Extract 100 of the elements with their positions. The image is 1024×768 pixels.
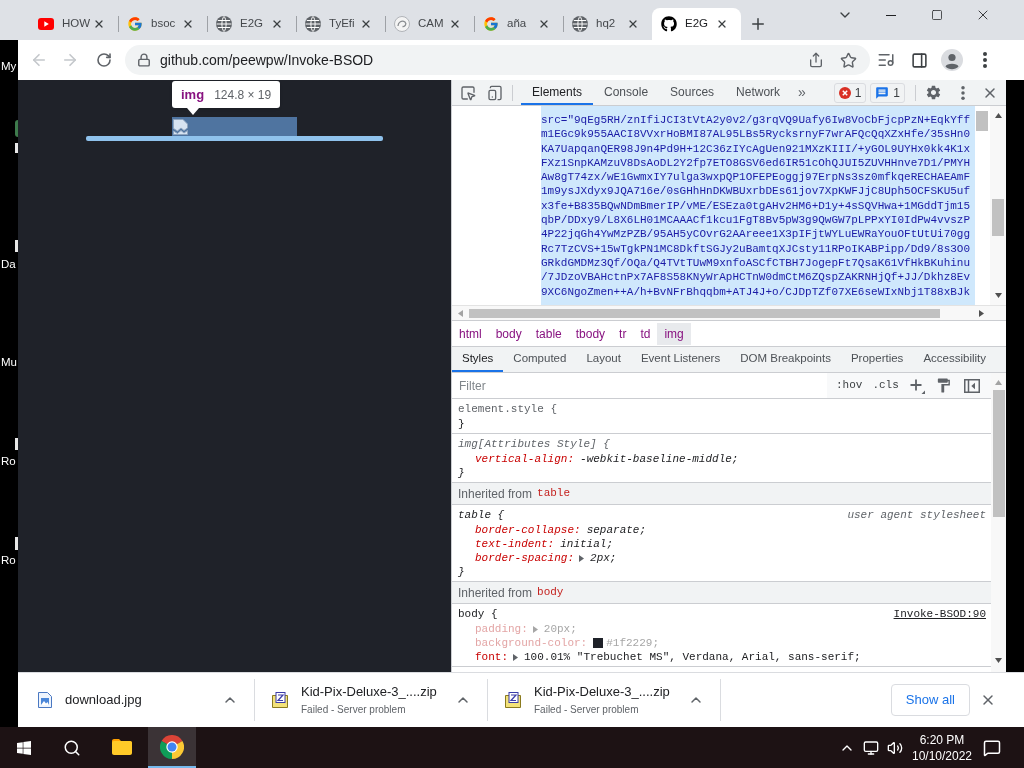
monitor-icon	[863, 739, 879, 756]
scrollbar-thumb[interactable]	[976, 111, 988, 131]
element-link[interactable]: body	[537, 584, 564, 601]
browser-tab[interactable]: HOW	[29, 8, 118, 40]
desktop-icon-label[interactable]: Ro	[1, 553, 16, 567]
swirl-logo-icon	[394, 16, 410, 32]
browser-tab[interactable]: aña	[474, 8, 563, 40]
element-tag: img	[181, 84, 205, 105]
error-icon	[838, 86, 851, 99]
browser-tab[interactable]: hq2	[563, 8, 652, 40]
sidebar-tab[interactable]: DOM Breakpoints	[730, 347, 841, 372]
devtools-tab[interactable]: Console	[593, 80, 660, 105]
scrollbar-thumb[interactable]	[992, 199, 1004, 236]
css-property: border-collapse:	[475, 522, 581, 538]
download-status: Failed - Server problem	[534, 703, 640, 716]
desktop-icon-label[interactable]: My	[1, 59, 17, 73]
scroll-up-icon[interactable]	[994, 113, 1002, 118]
color-swatch[interactable]	[593, 638, 604, 648]
scrollbar-thumb[interactable]	[992, 390, 1005, 517]
error-counter[interactable]: 1	[833, 82, 867, 103]
breadcrumb[interactable]: table	[528, 322, 569, 345]
sidebar-toggle-icon	[963, 378, 980, 393]
browser-tab[interactable]: CAM	[385, 8, 474, 40]
g-logo-icon	[127, 16, 143, 32]
css-value: separate;	[586, 522, 647, 538]
closing-brace: }	[458, 416, 465, 432]
breadcrumb[interactable]: img	[657, 322, 691, 345]
breadcrumb[interactable]: body	[488, 322, 529, 345]
side-panel-icon	[910, 51, 928, 69]
paint-roller-icon	[935, 377, 953, 394]
element-link[interactable]: table	[537, 485, 571, 502]
desktop-icon-edge	[15, 240, 18, 252]
expand-triangle-icon[interactable]	[579, 554, 585, 562]
sidebar-tab[interactable]: Event Listeners	[630, 347, 731, 372]
close-icon	[716, 18, 728, 30]
device-icon	[487, 84, 503, 101]
desktop-icon-label[interactable]: Da	[1, 257, 16, 271]
scroll-down-icon[interactable]	[995, 658, 1002, 663]
sidebar-tab[interactable]: Properties	[840, 347, 914, 372]
more-tabs-button[interactable]: »	[791, 80, 813, 105]
browser-tab[interactable]: E2G	[207, 8, 296, 40]
cat-logo-icon	[661, 16, 677, 32]
broken-image-icon	[173, 118, 188, 135]
stylesheet-origin: user agent stylesheet	[847, 507, 986, 523]
breadcrumb[interactable]: tr	[612, 322, 634, 345]
state-toggle-button[interactable]: .cls	[872, 377, 899, 394]
browser-taskbar-button[interactable]	[148, 727, 196, 768]
devtools-tab[interactable]: Network	[725, 80, 792, 105]
settings-icon	[924, 84, 942, 101]
sidebar-tab[interactable]: Layout	[576, 347, 631, 372]
file-name[interactable]: download.jpg	[65, 692, 142, 708]
file-name[interactable]: Kid-Pix-Deluxe-3_....zip	[301, 684, 437, 700]
devtools-tab[interactable]: Sources	[659, 80, 726, 105]
maximize-icon	[931, 9, 943, 21]
css-value: 100.01% "Trebuchet MS", Verdana, Arial, sans-serif;	[524, 649, 861, 665]
file-name[interactable]: Kid-Pix-Deluxe-3_....zip	[534, 684, 670, 700]
show-all-button[interactable]: Show all	[890, 684, 970, 716]
playlist-icon	[877, 51, 895, 69]
address-bar[interactable]: github.com/peewpw/Invoke-BSOD	[125, 45, 870, 75]
css-value: #1f2229;	[606, 635, 660, 651]
state-toggle-button[interactable]: :hov	[836, 377, 863, 394]
speech-bubble-icon	[983, 738, 1001, 757]
scroll-down-icon[interactable]	[994, 293, 1002, 298]
scrollbar-thumb[interactable]	[469, 308, 940, 318]
message-counter[interactable]: 1	[870, 82, 905, 103]
plus-icon	[749, 15, 767, 33]
css-property: border-spacing:	[475, 550, 575, 566]
filter-field[interactable]: Filter	[452, 373, 827, 398]
browser-logo-icon	[160, 734, 184, 759]
close-icon	[449, 18, 461, 30]
closing-brace: }	[458, 465, 465, 481]
browser-tab[interactable]: TyEfi	[296, 8, 385, 40]
plus-icon	[908, 377, 925, 394]
clock-date[interactable]: 10/10/2022	[911, 747, 973, 764]
sidebar-toggle-button[interactable]	[962, 376, 981, 395]
css-selector: element.style {	[458, 401, 558, 417]
sidebar-tab[interactable]: Computed	[503, 347, 577, 372]
source-link[interactable]: Invoke-BSOD:90	[893, 605, 986, 623]
breadcrumb[interactable]: tbody	[568, 322, 613, 345]
browser-tab[interactable]: E2G	[652, 8, 741, 40]
browser-tab[interactable]: bsoc	[118, 8, 207, 40]
profile-button[interactable]	[938, 46, 966, 74]
css-property: background-color:	[475, 635, 588, 651]
play-logo-icon	[38, 18, 54, 30]
avatar-icon	[941, 49, 963, 71]
selected-node-code[interactable]: src="9qEg5RH/znIfiJCI3tVtA2y0v2/g3rqVQ9Uafy6Iw8VoCbFjcpPzN+EqkYff m1EGc9k955AACI8VVxrHoBMI87AL95LBs5RycksrnyF7wrAFQcQqXZxHfe/35sHn0 KA7UapqanQER98J9n4Pd9H+12C36zIYcAgUen921MXzKIII/+yGOL9UYHx0kk4K1x FXz1SnpKAMzuV8DsAoDL2Y2fp7ETO8GSV6ed6IR51cOhQJUI5ZUVHHnve7D1/PMYH Aw8gT74zx/wE1GwmxIY7ulga3wxpQP1OFEPEoggj97ErpNs3sz0mfkqeRECHAEAmF 1m9ysJXdyx9JQA716e/0sGHhHnDKWBUxrbDEs61jov7XpKWFJjC8Uph5OCFSKU5uf x3fe+B835BQwNDmBmerIP/vME/ESEza0tgAHv2HM6+D1y+4sSQVHwa+1MGddTjm15 qbP/DDxy9/L8X6LH01MCAAACf1kcu1FgT8Bv5pW3g9QwGW7pLPPxYI0IdPw4vvszP 4P22jqGh4YwMzPZB/95AH5yCOvrG2AAreee1X3pIFjtWYLuEWRaYouOFtUtUi70gg Rc7TzCVS+15wTgkPN1MC8DkftSGJy2uBamtqXJCsty11RPoIKABPipp/Dd9/8s3O0 GRkdGMDMz3Qf/OQa/Q4TVtTUwM9xnfoASCfCTBH7JogepFt7QsaK61VfHkBKuhinu /7JDzoVBAHctnPx7AF8S58KNyWrApHCTnW0dmCtM6ZQspZAKRNHjQf+JJ/Dkhz8Ev 9XC6NgoZmen++A/h+BvNFrBhqqbm+ATJ4J+o/CJDpTZf07XE6seWIxNbj1T88xBJk	[541, 106, 975, 305]
section-label: Inherited from	[458, 584, 533, 602]
lock-icon	[137, 53, 151, 67]
desktop-icon-edge	[15, 438, 18, 450]
breadcrumb[interactable]: html	[452, 322, 489, 345]
expand-triangle-icon[interactable]	[513, 653, 518, 661]
css-property: font:	[475, 649, 508, 665]
scroll-right-icon[interactable]	[979, 309, 984, 317]
clock-time[interactable]: 6:20 PM	[919, 731, 965, 748]
sidebar-tab[interactable]: Accessibility	[913, 347, 996, 372]
breadcrumb[interactable]: td	[633, 322, 658, 345]
more-vertical-icon	[983, 52, 987, 68]
desktop-icon-label[interactable]: Ro	[1, 454, 16, 468]
element-size: 124.8 × 19	[214, 86, 272, 104]
desktop-icon-label[interactable]: Mu	[1, 355, 17, 369]
